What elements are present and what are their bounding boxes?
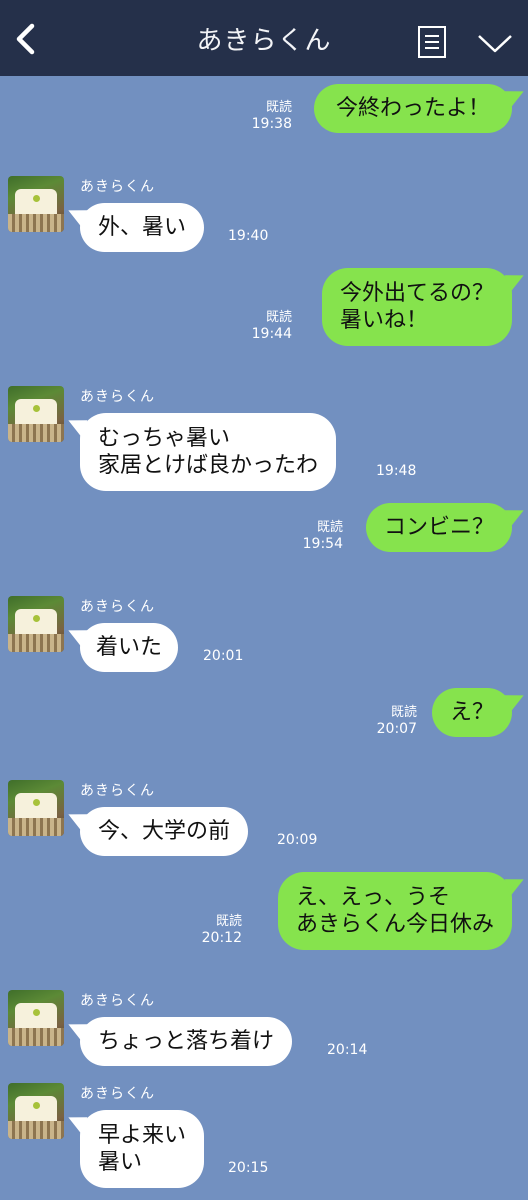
timestamp: 20:07 xyxy=(376,721,417,737)
avatar[interactable] xyxy=(8,990,64,1046)
timestamp: 19:38 xyxy=(251,116,292,132)
received-message[interactable]: むっちゃ暑い 家居とけば良かったわ xyxy=(80,413,337,491)
received-message[interactable]: 早よ来い 暑い xyxy=(80,1110,205,1188)
timestamp: 19:40 xyxy=(228,228,269,244)
sender-name: あきらくん xyxy=(80,1086,155,1102)
timestamp: 19:54 xyxy=(302,536,343,552)
message-list[interactable]: 既読 19:38 今終わったよ！ あきらくん 外、暑い 19:40 既読 19:… xyxy=(0,76,528,1200)
sent-message[interactable]: コンビニ？ xyxy=(365,503,512,552)
sender-name: あきらくん xyxy=(80,783,155,799)
message-meta: 20:15 xyxy=(228,1160,268,1176)
timestamp: 20:01 xyxy=(203,648,244,664)
message-meta: 既読 20:12 xyxy=(202,914,242,946)
message-meta: 20:14 xyxy=(327,1042,367,1058)
read-receipt: 既読 xyxy=(265,100,292,115)
sent-message[interactable]: え、えっ、うそ あきらくん今日休み xyxy=(277,872,512,950)
sent-message[interactable]: え？ xyxy=(431,688,512,737)
read-receipt: 既読 xyxy=(316,520,343,535)
message-meta: 20:09 xyxy=(277,832,317,848)
message-meta: 20:01 xyxy=(203,648,243,664)
timestamp: 19:48 xyxy=(376,463,417,479)
chevron-down-icon[interactable] xyxy=(477,30,513,56)
received-message[interactable]: 今、大学の前 xyxy=(80,807,249,856)
read-receipt: 既読 xyxy=(215,914,242,929)
chat-header: あきらくん xyxy=(0,0,528,76)
read-receipt: 既読 xyxy=(265,310,292,325)
read-receipt: 既読 xyxy=(390,705,417,720)
avatar[interactable] xyxy=(8,176,64,232)
timestamp: 20:14 xyxy=(327,1042,368,1058)
timestamp: 20:15 xyxy=(228,1160,269,1176)
message-meta: 19:40 xyxy=(228,228,268,244)
sent-message[interactable]: 今終わったよ！ xyxy=(313,84,512,133)
message-meta: 19:48 xyxy=(376,463,416,479)
timestamp: 20:12 xyxy=(201,930,242,946)
received-message[interactable]: 外、暑い xyxy=(80,203,205,252)
sender-name: あきらくん xyxy=(80,993,155,1009)
message-meta: 既読 19:44 xyxy=(252,310,292,342)
timestamp: 20:09 xyxy=(277,832,318,848)
avatar[interactable] xyxy=(8,386,64,442)
received-message[interactable]: 着いた xyxy=(80,623,179,672)
message-meta: 既読 19:54 xyxy=(303,520,343,552)
chat-title: あきらくん xyxy=(196,26,332,56)
timestamp: 19:44 xyxy=(251,326,292,342)
notes-icon[interactable] xyxy=(417,25,447,59)
avatar[interactable] xyxy=(8,780,64,836)
sender-name: あきらくん xyxy=(80,389,155,405)
message-meta: 既読 19:38 xyxy=(252,100,292,132)
sent-message[interactable]: 今外出てるの？ 暑いね！ xyxy=(321,268,512,346)
received-message[interactable]: ちょっと落ち着け xyxy=(80,1017,293,1066)
message-meta: 既読 20:07 xyxy=(377,705,417,737)
avatar[interactable] xyxy=(8,1083,64,1139)
sender-name: あきらくん xyxy=(80,599,155,615)
avatar[interactable] xyxy=(8,596,64,652)
sender-name: あきらくん xyxy=(80,179,155,195)
